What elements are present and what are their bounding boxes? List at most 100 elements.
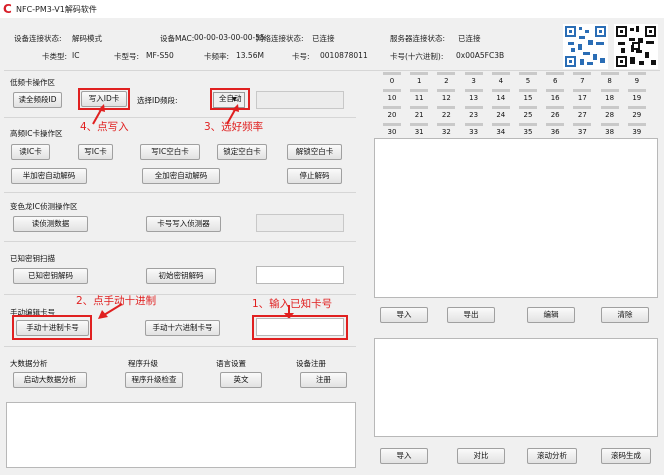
write-ic-blank-button[interactable]: 写IC空白卡 [140,144,200,160]
sector-number[interactable]: 9 [627,78,647,85]
sector-number[interactable]: 27 [572,112,592,119]
read-detector-button[interactable]: 读侦测数据 [13,216,88,232]
sector-indicator [546,123,565,126]
sector-number[interactable]: 19 [627,95,647,102]
write-ic-button[interactable]: 写IC卡 [78,144,113,160]
known-key-decode-button[interactable]: 已知密钥解码 [13,268,88,284]
full-encrypt-decode-button[interactable]: 全加密自动解码 [142,168,220,184]
sector-indicator [627,123,646,126]
sector-number[interactable]: 35 [518,129,538,136]
sector-number[interactable]: 37 [572,129,592,136]
compare-button[interactable]: 对比 [457,448,505,464]
card-model-label: 卡型号: [114,52,140,61]
log-textarea[interactable] [6,402,356,468]
sector-indicator [437,89,456,92]
sector-number[interactable]: 14 [491,95,511,102]
ic-section-title: 高频IC卡操作区 [10,129,63,138]
sector-indicator [573,123,592,126]
sector-indicator [491,89,510,92]
read-ic-button[interactable]: 读IC卡 [11,144,50,160]
sector-number[interactable]: 33 [464,129,484,136]
known-key-input[interactable] [256,266,344,284]
sector-number[interactable]: 25 [518,112,538,119]
sector-number[interactable]: 0 [382,78,402,85]
sector-number[interactable]: 38 [600,129,620,136]
sector-indicator [437,72,456,75]
sector-indicator [519,106,537,109]
device-state-label: 设备连接状态: [14,34,62,43]
id-freq-extra-field [256,91,344,109]
sector-number[interactable]: 2 [436,78,456,85]
edit-button[interactable]: 编辑 [527,307,575,323]
export-button[interactable]: 导出 [447,307,495,323]
compare-display-area[interactable] [374,338,658,437]
sector-number[interactable]: 8 [600,78,620,85]
sector-number[interactable]: 18 [600,95,620,102]
sector-indicator [464,89,483,92]
sector-number[interactable]: 26 [545,112,565,119]
manual-input-highlight [252,315,348,340]
section-divider [4,192,356,193]
sector-number[interactable]: 13 [464,95,484,102]
sector-number[interactable]: 28 [600,112,620,119]
register-button[interactable]: 注册 [300,372,347,388]
lock-blank-button[interactable]: 锁定空白卡 [217,144,267,160]
write-detector-button[interactable]: 卡号写入侦测器 [146,216,221,232]
mac-value: 00-00-03-00-00-55 [194,33,265,42]
import-button[interactable]: 导入 [380,307,428,323]
sector-number[interactable]: 31 [409,129,429,136]
register-title: 设备注册 [296,359,326,368]
sector-number[interactable]: 39 [627,129,647,136]
sector-number[interactable]: 23 [464,112,484,119]
sector-number[interactable]: 22 [436,112,456,119]
sector-number[interactable]: 34 [491,129,511,136]
freq-value: 13.56M [236,51,264,60]
sector-number[interactable]: 3 [464,78,484,85]
bigdata-button[interactable]: 启动大数据分析 [13,372,87,388]
sector-number[interactable]: 1 [409,78,429,85]
import-bottom-button[interactable]: 导入 [380,448,428,464]
sector-indicator [464,123,483,126]
sector-number[interactable]: 4 [491,78,511,85]
data-display-area[interactable] [374,138,658,298]
sector-number[interactable]: 10 [382,95,402,102]
sector-indicator [546,106,565,109]
manual-hex-button[interactable]: 手动十六进制卡号 [145,320,220,336]
language-button[interactable]: 英文 [220,372,262,388]
rolling-analysis-button[interactable]: 滚动分析 [527,448,577,464]
sector-number[interactable]: 12 [436,95,456,102]
app-logo-icon: C [3,2,12,16]
sector-indicator [519,123,537,126]
clear-button[interactable]: 清除 [601,307,649,323]
manual-dec-highlight [12,315,92,340]
sector-number[interactable]: 21 [409,112,429,119]
sector-number[interactable]: 11 [409,95,429,102]
rolling-generate-button[interactable]: 滚码生成 [601,448,651,464]
initial-key-decode-button[interactable]: 初始密钥解码 [146,268,216,284]
sector-number[interactable]: 30 [382,129,402,136]
sector-number[interactable]: 17 [572,95,592,102]
sector-number[interactable]: 32 [436,129,456,136]
sector-number[interactable]: 16 [545,95,565,102]
sector-indicator [464,106,483,109]
sector-indicator [573,106,592,109]
sector-indicator [573,72,592,75]
sector-number[interactable]: 20 [382,112,402,119]
arrow-down-left-icon [98,303,123,319]
sector-number[interactable]: 5 [518,78,538,85]
upgrade-button[interactable]: 程序升级检查 [125,372,183,388]
sector-number[interactable]: 36 [545,129,565,136]
sector-number[interactable]: 15 [518,95,538,102]
sector-indicator [383,72,401,75]
bigdata-title: 大数据分析 [10,359,48,368]
sector-indicator [491,123,510,126]
sector-number[interactable]: 24 [491,112,511,119]
stop-decode-button[interactable]: 停止解码 [287,168,342,184]
sector-number[interactable]: 6 [545,78,565,85]
unlock-blank-button[interactable]: 解锁空白卡 [287,144,342,160]
sector-indicator [383,123,401,126]
read-id-button[interactable]: 读全频段ID [13,92,62,108]
half-encrypt-decode-button[interactable]: 半加密自动解码 [11,168,87,184]
sector-number[interactable]: 7 [572,78,592,85]
sector-number[interactable]: 29 [627,112,647,119]
